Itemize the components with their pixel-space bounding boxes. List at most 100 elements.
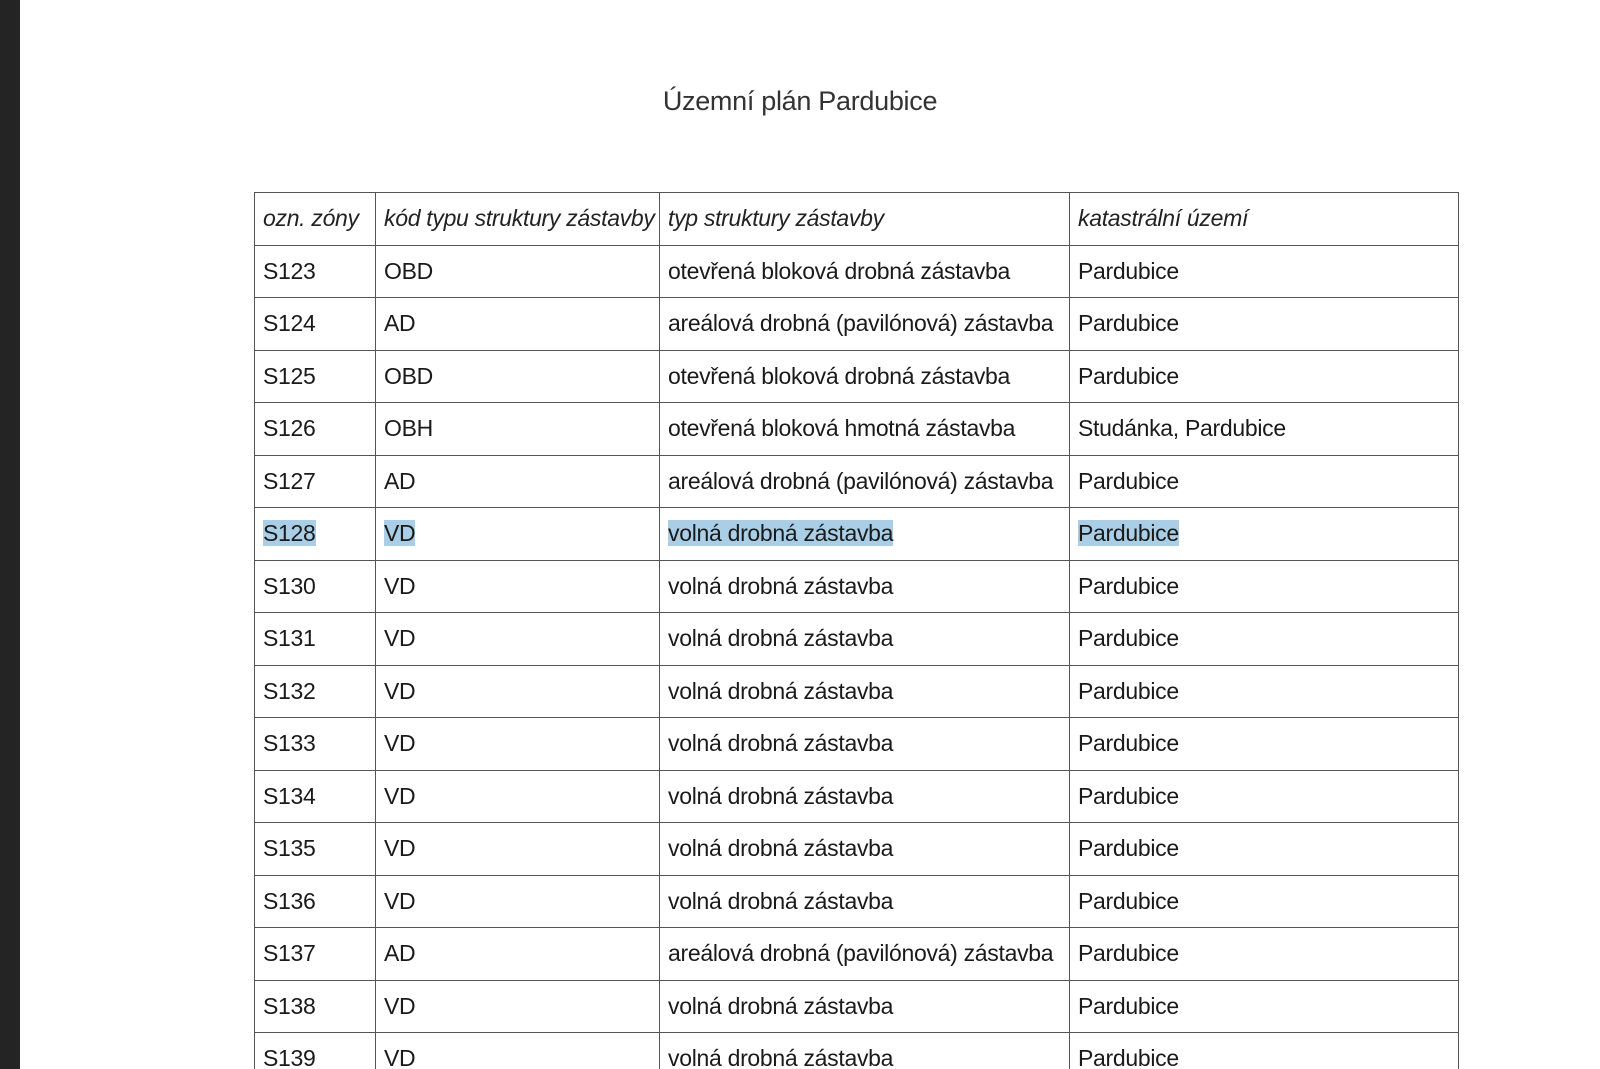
cell-text: areálová drobná (pavilónová) zástavba	[668, 940, 1054, 967]
cell-structure-type[interactable]: otevřená bloková drobná zástavba	[659, 349, 1070, 403]
cell-structure-code[interactable]: OBH	[375, 402, 660, 456]
cell-text: VD	[384, 730, 416, 757]
cell-structure-type[interactable]: volná drobná zástavba	[659, 769, 1070, 823]
cell-zone-id[interactable]: S136	[254, 874, 376, 928]
cell-text: S139	[263, 1045, 316, 1069]
cell-structure-type[interactable]: volná drobná zástavba	[659, 612, 1070, 666]
cell-structure-code[interactable]: AD	[375, 927, 660, 981]
selected-text: Pardubice	[1078, 520, 1179, 547]
cell-structure-code[interactable]: VD	[375, 979, 660, 1033]
cell-structure-code[interactable]: AD	[375, 297, 660, 351]
cell-structure-code[interactable]: OBD	[375, 244, 660, 298]
selected-text: volná drobná zástavba	[668, 520, 894, 547]
cell-text: OBD	[384, 257, 433, 284]
cell-text: Pardubice	[1078, 730, 1179, 757]
cell-text: S131	[263, 625, 316, 652]
cell-structure-code[interactable]: VD	[375, 612, 660, 666]
cell-structure-code[interactable]: VD	[375, 507, 660, 561]
cell-zone-id[interactable]: S126	[254, 402, 376, 456]
cell-cadastral-area[interactable]: Pardubice	[1069, 559, 1459, 613]
cell-cadastral-area[interactable]: Pardubice	[1069, 612, 1459, 666]
cell-structure-type[interactable]: volná drobná zástavba	[659, 822, 1070, 876]
cell-text: otevřená bloková drobná zástavba	[668, 257, 1011, 284]
header-zone-id: ozn. zóny	[254, 192, 376, 246]
cell-cadastral-area[interactable]: Pardubice	[1069, 717, 1459, 771]
cell-zone-id[interactable]: S125	[254, 349, 376, 403]
cell-structure-code[interactable]: VD	[375, 874, 660, 928]
cell-structure-type[interactable]: volná drobná zástavba	[659, 717, 1070, 771]
cell-structure-code[interactable]: VD	[375, 664, 660, 718]
cell-zone-id[interactable]: S130	[254, 559, 376, 613]
cell-structure-type[interactable]: volná drobná zástavba	[659, 1032, 1070, 1069]
cell-structure-type[interactable]: volná drobná zástavba	[659, 664, 1070, 718]
cell-zone-id[interactable]: S123	[254, 244, 376, 298]
cell-text: VD	[384, 677, 416, 704]
cell-cadastral-area[interactable]: Pardubice	[1069, 244, 1459, 298]
cell-text: VD	[384, 887, 416, 914]
cell-structure-type[interactable]: areálová drobná (pavilónová) zástavba	[659, 297, 1070, 351]
cell-zone-id[interactable]: S135	[254, 822, 376, 876]
cell-structure-type[interactable]: otevřená bloková drobná zástavba	[659, 244, 1070, 298]
cell-text: S138	[263, 992, 316, 1019]
selected-text: S128	[263, 520, 316, 547]
cell-text: AD	[384, 940, 416, 967]
cell-zone-id[interactable]: S128	[254, 507, 376, 561]
table-row: S128 VD volná drobná zástavba Pardubice	[254, 507, 1459, 561]
cell-zone-id[interactable]: S139	[254, 1032, 376, 1069]
cell-structure-type[interactable]: volná drobná zástavba	[659, 979, 1070, 1033]
cell-structure-code[interactable]: VD	[375, 822, 660, 876]
cell-cadastral-area[interactable]: Pardubice	[1069, 769, 1459, 823]
cell-structure-code[interactable]: AD	[375, 454, 660, 508]
cell-text: S134	[263, 782, 316, 809]
cell-structure-code[interactable]: VD	[375, 1032, 660, 1069]
selected-text: VD	[384, 520, 416, 547]
zones-table: ozn. zóny kód typu struktury zástavby ty…	[254, 192, 1459, 1069]
table-row: S133 VD volná drobná zástavba Pardubice	[254, 717, 1459, 771]
table-row: S135 VD volná drobná zástavba Pardubice	[254, 822, 1459, 876]
cell-text: volná drobná zástavba	[668, 835, 894, 862]
table-row: S125 OBD otevřená bloková drobná zástavba P…	[254, 349, 1459, 403]
document-page[interactable]: Územní plán Pardubice ozn. zóny kód typu…	[20, 0, 1600, 1069]
cell-cadastral-area[interactable]: Pardubice	[1069, 454, 1459, 508]
cell-cadastral-area[interactable]: Pardubice	[1069, 874, 1459, 928]
cell-structure-type[interactable]: volná drobná zástavba	[659, 507, 1070, 561]
cell-structure-code[interactable]: VD	[375, 717, 660, 771]
cell-cadastral-area[interactable]: Pardubice	[1069, 349, 1459, 403]
cell-zone-id[interactable]: S134	[254, 769, 376, 823]
cell-cadastral-area[interactable]: Pardubice	[1069, 979, 1459, 1033]
table-row: S127 AD areálová drobná (pavilónová) zásta…	[254, 454, 1459, 508]
cell-zone-id[interactable]: S137	[254, 927, 376, 981]
cell-zone-id[interactable]: S138	[254, 979, 376, 1033]
cell-cadastral-area[interactable]: Pardubice	[1069, 822, 1459, 876]
cell-text: volná drobná zástavba	[668, 887, 894, 914]
cell-zone-id[interactable]: S124	[254, 297, 376, 351]
cell-structure-type[interactable]: areálová drobná (pavilónová) zástavba	[659, 454, 1070, 508]
table-row: S134 VD volná drobná zástavba Pardubice	[254, 769, 1459, 823]
table-row: S138 VD volná drobná zástavba Pardubice	[254, 979, 1459, 1033]
cell-zone-id[interactable]: S131	[254, 612, 376, 666]
cell-zone-id[interactable]: S127	[254, 454, 376, 508]
cell-text: S133	[263, 730, 316, 757]
cell-structure-type[interactable]: otevřená bloková hmotná zástavba	[659, 402, 1070, 456]
cell-structure-type[interactable]: volná drobná zástavba	[659, 874, 1070, 928]
cell-text: Pardubice	[1078, 257, 1179, 284]
cell-cadastral-area[interactable]: Pardubice	[1069, 927, 1459, 981]
cell-zone-id[interactable]: S133	[254, 717, 376, 771]
table-row: S126 OBH otevřená bloková hmotná zástavba S…	[254, 402, 1459, 456]
cell-structure-type[interactable]: areálová drobná (pavilónová) zástavba	[659, 927, 1070, 981]
cell-structure-code[interactable]: OBD	[375, 349, 660, 403]
cell-cadastral-area[interactable]: Pardubice	[1069, 507, 1459, 561]
cell-structure-code[interactable]: VD	[375, 559, 660, 613]
cell-cadastral-area[interactable]: Pardubice	[1069, 664, 1459, 718]
cell-text: Pardubice	[1078, 1045, 1179, 1069]
cell-text: areálová drobná (pavilónová) zástavba	[668, 310, 1054, 337]
table-header-row: ozn. zóny kód typu struktury zástavby ty…	[254, 192, 1459, 246]
cell-cadastral-area[interactable]: Pardubice	[1069, 297, 1459, 351]
table-row: S123 OBD otevřená bloková drobná zástavba P…	[254, 244, 1459, 298]
cell-structure-type[interactable]: volná drobná zástavba	[659, 559, 1070, 613]
cell-cadastral-area[interactable]: Pardubice	[1069, 1032, 1459, 1069]
cell-cadastral-area[interactable]: Studánka, Pardubice	[1069, 402, 1459, 456]
cell-structure-code[interactable]: VD	[375, 769, 660, 823]
cell-zone-id[interactable]: S132	[254, 664, 376, 718]
cell-text: volná drobná zástavba	[668, 677, 894, 704]
